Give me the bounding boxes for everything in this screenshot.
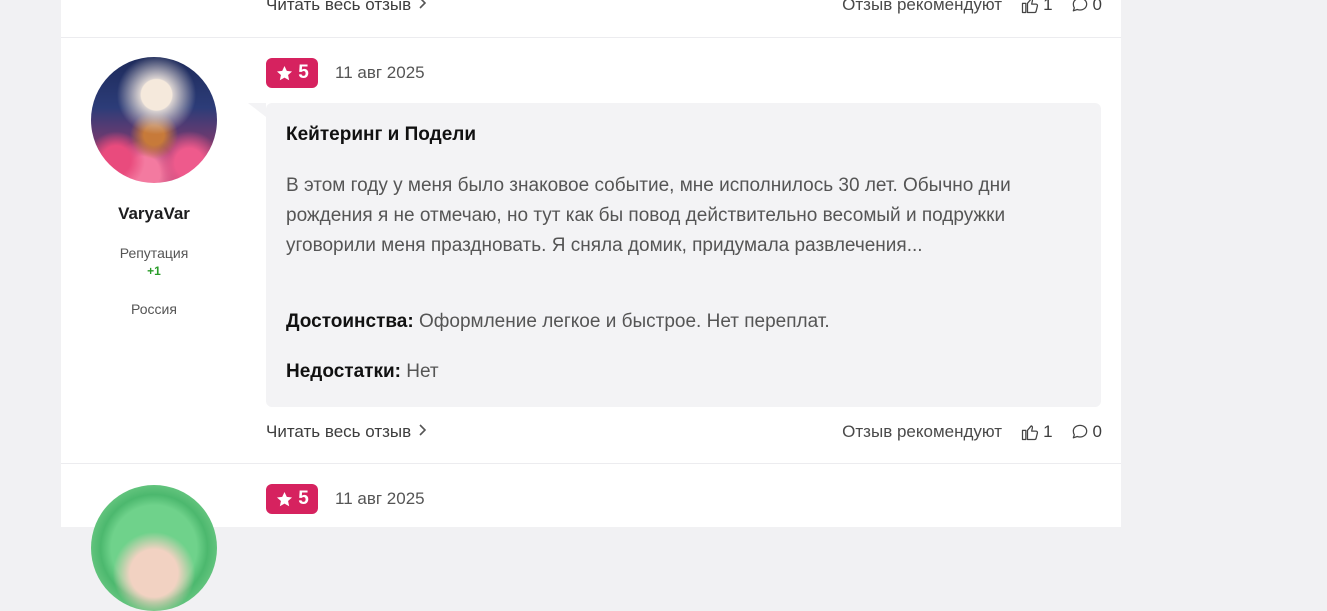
bubble-tail [248, 103, 266, 117]
like-button[interactable]: 1 [1020, 0, 1053, 15]
review-cons: Недостатки: Нет [286, 361, 439, 383]
comment-icon [1072, 424, 1087, 439]
read-full-review-link[interactable]: Читать весь отзыв [266, 0, 427, 15]
rating-value: 5 [298, 488, 309, 509]
thumb-up-icon [1021, 0, 1039, 14]
divider [61, 463, 1121, 464]
read-more-label: Читать весь отзыв [266, 0, 412, 14]
review-footer: Читать весь отзыв Отзыв рекомендуют 1 0 [266, 422, 1102, 448]
comment-icon [1072, 0, 1087, 12]
author-country: Россия [131, 301, 177, 317]
pros-label: Достоинства: [286, 311, 414, 332]
chevron-right-icon [417, 0, 427, 12]
reputation-value: +1 [147, 264, 161, 278]
pros-text: Оформление легкое и быстрое. Нет перепла… [418, 311, 830, 332]
cons-label: Недостатки: [286, 361, 401, 382]
divider [61, 37, 1121, 38]
review-actions: Отзыв рекомендуют 1 0 [842, 0, 1102, 15]
rating-badge: 5 [266, 484, 318, 514]
comment-button[interactable]: 0 [1070, 422, 1102, 442]
recommend-label: Отзыв рекомендуют [842, 422, 1003, 441]
rating-value: 5 [298, 62, 309, 83]
reputation-label: Репутация [119, 245, 189, 261]
avatar[interactable] [91, 485, 217, 611]
review-date: 11 авг 2025 [335, 489, 425, 508]
like-count: 1 [1043, 0, 1053, 14]
author-name[interactable]: VaryaVar [61, 204, 247, 224]
cons-text: Нет [406, 361, 439, 382]
comment-button[interactable]: 0 [1070, 0, 1102, 15]
like-count: 1 [1043, 422, 1053, 441]
rating-badge: 5 [266, 58, 318, 88]
reviews-card: Читать весь отзыв Отзыв рекомендуют 1 0 … [61, 0, 1121, 611]
read-full-review-link[interactable]: Читать весь отзыв [266, 422, 427, 442]
star-icon [277, 491, 293, 506]
read-more-label: Читать весь отзыв [266, 422, 412, 441]
avatar[interactable] [91, 57, 217, 183]
review-title[interactable]: Кейтеринг и Подели [286, 124, 476, 146]
recommend-label: Отзыв рекомендуют [842, 0, 1003, 14]
comment-count: 0 [1092, 0, 1102, 14]
review-pros: Достоинства: Оформление легкое и быстрое… [286, 311, 830, 333]
chevron-right-icon [417, 423, 427, 439]
review-body[interactable]: Кейтеринг и Подели В этом году у меня бы… [248, 103, 1101, 407]
review-actions: Отзыв рекомендуют 1 0 [842, 422, 1102, 442]
thumb-up-icon [1021, 425, 1039, 441]
previous-review-footer: Читать весь отзыв Отзыв рекомендуют 1 0 [266, 0, 1102, 21]
review-date: 11 авг 2025 [335, 63, 425, 82]
review-text: В этом году у меня было знаковое событие… [286, 175, 1011, 256]
like-button[interactable]: 1 [1020, 422, 1053, 442]
star-icon [277, 65, 293, 80]
comment-count: 0 [1092, 422, 1102, 441]
